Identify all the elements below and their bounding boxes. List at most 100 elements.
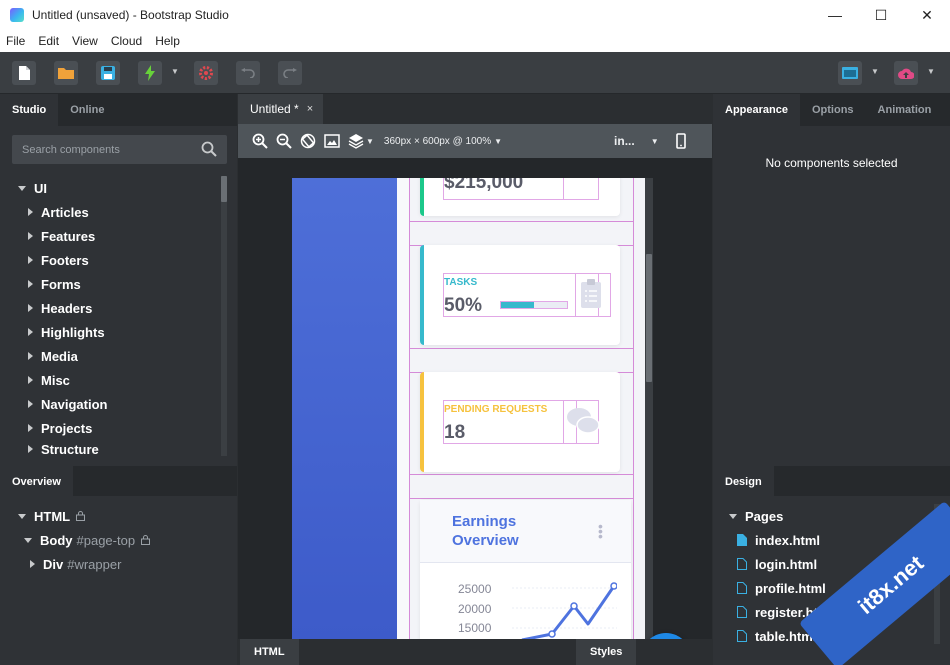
canvas-scrollbar[interactable] bbox=[645, 178, 653, 639]
tree-item-features[interactable]: Features bbox=[0, 224, 220, 248]
settings-button[interactable] bbox=[194, 61, 218, 85]
document-tab-label: Untitled * bbox=[250, 102, 299, 116]
tree-item-label: Highlights bbox=[41, 324, 105, 340]
new-file-button[interactable] bbox=[12, 61, 36, 85]
overview-div[interactable]: Div #wrapper bbox=[0, 552, 237, 576]
tree-item-ui[interactable]: UI bbox=[0, 176, 220, 200]
undo-icon bbox=[241, 68, 255, 78]
layers-icon[interactable] bbox=[348, 133, 364, 149]
tab-online[interactable]: Online bbox=[58, 94, 116, 126]
earnings-overview-card[interactable]: Earnings Overview • • • 25000 20000 15000 bbox=[420, 500, 631, 639]
earnings-card[interactable]: $215,000 bbox=[420, 178, 620, 216]
expand-right-icon bbox=[28, 376, 33, 384]
tree-item-label: Navigation bbox=[41, 396, 108, 412]
mobile-device-icon[interactable] bbox=[673, 133, 689, 149]
tab-animation[interactable]: Animation bbox=[866, 94, 944, 126]
tree-item-media[interactable]: Media bbox=[0, 344, 220, 368]
redo-button[interactable] bbox=[278, 61, 302, 85]
tab-design[interactable]: Design bbox=[713, 466, 774, 498]
close-button[interactable]: ✕ bbox=[904, 0, 950, 30]
export-caret-icon[interactable]: ▼ bbox=[171, 67, 179, 76]
tab-options[interactable]: Options bbox=[800, 94, 866, 126]
device-preview[interactable]: $215,000 TASKS 50% PENDING REQUESTS 18 E… bbox=[292, 178, 645, 639]
tree-item-misc[interactable]: Misc bbox=[0, 368, 220, 392]
publish-caret-icon[interactable]: ▼ bbox=[927, 67, 935, 76]
tree-item-label: Media bbox=[41, 348, 78, 364]
card-icon-outline bbox=[563, 178, 599, 200]
pages-folder[interactable]: Pages bbox=[713, 504, 933, 528]
expand-right-icon bbox=[28, 208, 33, 216]
preview-sidebar[interactable] bbox=[292, 178, 397, 639]
tree-item-label: Features bbox=[41, 228, 96, 244]
tree-item-projects[interactable]: Projects bbox=[0, 416, 220, 440]
preview-content[interactable]: $215,000 TASKS 50% PENDING REQUESTS 18 E… bbox=[409, 178, 634, 639]
open-button[interactable] bbox=[54, 61, 78, 85]
editor-bottom-bar: HTML Styles bbox=[238, 639, 712, 665]
scrollbar-thumb[interactable] bbox=[646, 254, 652, 382]
tasks-progress bbox=[500, 301, 568, 309]
minimize-button[interactable]: — bbox=[812, 0, 858, 30]
tab-studio[interactable]: Studio bbox=[0, 94, 59, 126]
tasks-card[interactable]: TASKS 50% bbox=[420, 245, 620, 345]
overview-html[interactable]: HTML bbox=[0, 504, 237, 528]
tree-item-label: Structure bbox=[41, 442, 99, 454]
outline-right bbox=[633, 178, 634, 639]
styles-panel-tab[interactable]: Styles bbox=[576, 639, 637, 665]
redo-icon bbox=[283, 68, 297, 78]
tree-item-highlights[interactable]: Highlights bbox=[0, 320, 220, 344]
page-name: login.html bbox=[755, 556, 818, 572]
tick-label: 15000 bbox=[458, 621, 492, 635]
tree-item-articles[interactable]: Articles bbox=[0, 200, 220, 224]
overview-body[interactable]: Body #page-top bbox=[0, 528, 237, 552]
node-label: Body bbox=[40, 532, 73, 548]
menu-help[interactable]: Help bbox=[155, 34, 180, 48]
tree-item-label: Forms bbox=[41, 276, 81, 292]
document-tabs: Untitled * × bbox=[238, 94, 712, 124]
search-input[interactable] bbox=[12, 135, 192, 164]
preview-caret-icon[interactable]: ▼ bbox=[871, 67, 879, 76]
preview-button[interactable] bbox=[838, 61, 862, 85]
lock-icon bbox=[76, 511, 86, 521]
layers-caret-icon[interactable]: ▼ bbox=[366, 137, 374, 146]
app-logo-icon bbox=[10, 8, 24, 22]
pending-card[interactable]: PENDING REQUESTS 18 bbox=[420, 372, 620, 472]
menu-view[interactable]: View bbox=[72, 34, 98, 48]
publish-icon bbox=[898, 68, 914, 79]
scrollbar-thumb[interactable] bbox=[221, 176, 227, 202]
outline-h bbox=[409, 498, 634, 499]
design-canvas[interactable]: $215,000 TASKS 50% PENDING REQUESTS 18 E… bbox=[238, 158, 712, 639]
zoom-in-icon[interactable] bbox=[252, 133, 268, 149]
card-accent bbox=[420, 178, 424, 216]
save-button[interactable] bbox=[96, 61, 120, 85]
menu-edit[interactable]: Edit bbox=[38, 34, 59, 48]
maximize-button[interactable]: ☐ bbox=[858, 0, 904, 30]
tree-item-label: Footers bbox=[41, 252, 89, 268]
viewport-caret-icon[interactable]: ▼ bbox=[494, 137, 502, 146]
tree-item-footers[interactable]: Footers bbox=[0, 248, 220, 272]
undo-button[interactable] bbox=[236, 61, 260, 85]
tree-item-forms[interactable]: Forms bbox=[0, 272, 220, 296]
export-button[interactable] bbox=[138, 61, 162, 85]
zoom-out-icon[interactable] bbox=[276, 133, 292, 149]
close-tab-icon[interactable]: × bbox=[307, 103, 313, 115]
tree-item-headers[interactable]: Headers bbox=[0, 296, 220, 320]
tree-item-label: Projects bbox=[41, 420, 93, 436]
menu-cloud[interactable]: Cloud bbox=[111, 34, 142, 48]
document-tab[interactable]: Untitled * × bbox=[238, 94, 324, 124]
search-icon[interactable] bbox=[201, 141, 217, 157]
publish-button[interactable] bbox=[894, 61, 918, 85]
menu-file[interactable]: File bbox=[6, 34, 25, 48]
viewport-size[interactable]: 360px × 600px @ 100% bbox=[384, 136, 491, 147]
breakpoint-caret-icon[interactable]: ▼ bbox=[651, 137, 659, 146]
component-scrollbar[interactable] bbox=[221, 176, 227, 456]
breakpoint-selector[interactable]: in... bbox=[614, 134, 635, 148]
html-panel-tab[interactable]: HTML bbox=[240, 639, 299, 665]
image-icon[interactable] bbox=[324, 133, 340, 149]
tab-appearance[interactable]: Appearance bbox=[713, 94, 800, 126]
rotate-icon[interactable] bbox=[300, 133, 316, 149]
kebab-menu-icon[interactable]: • • • bbox=[598, 519, 603, 543]
node-id: #wrapper bbox=[67, 556, 122, 572]
tree-item-structure[interactable]: Structure bbox=[0, 440, 220, 454]
tab-overview[interactable]: Overview bbox=[0, 466, 73, 498]
tree-item-navigation[interactable]: Navigation bbox=[0, 392, 220, 416]
